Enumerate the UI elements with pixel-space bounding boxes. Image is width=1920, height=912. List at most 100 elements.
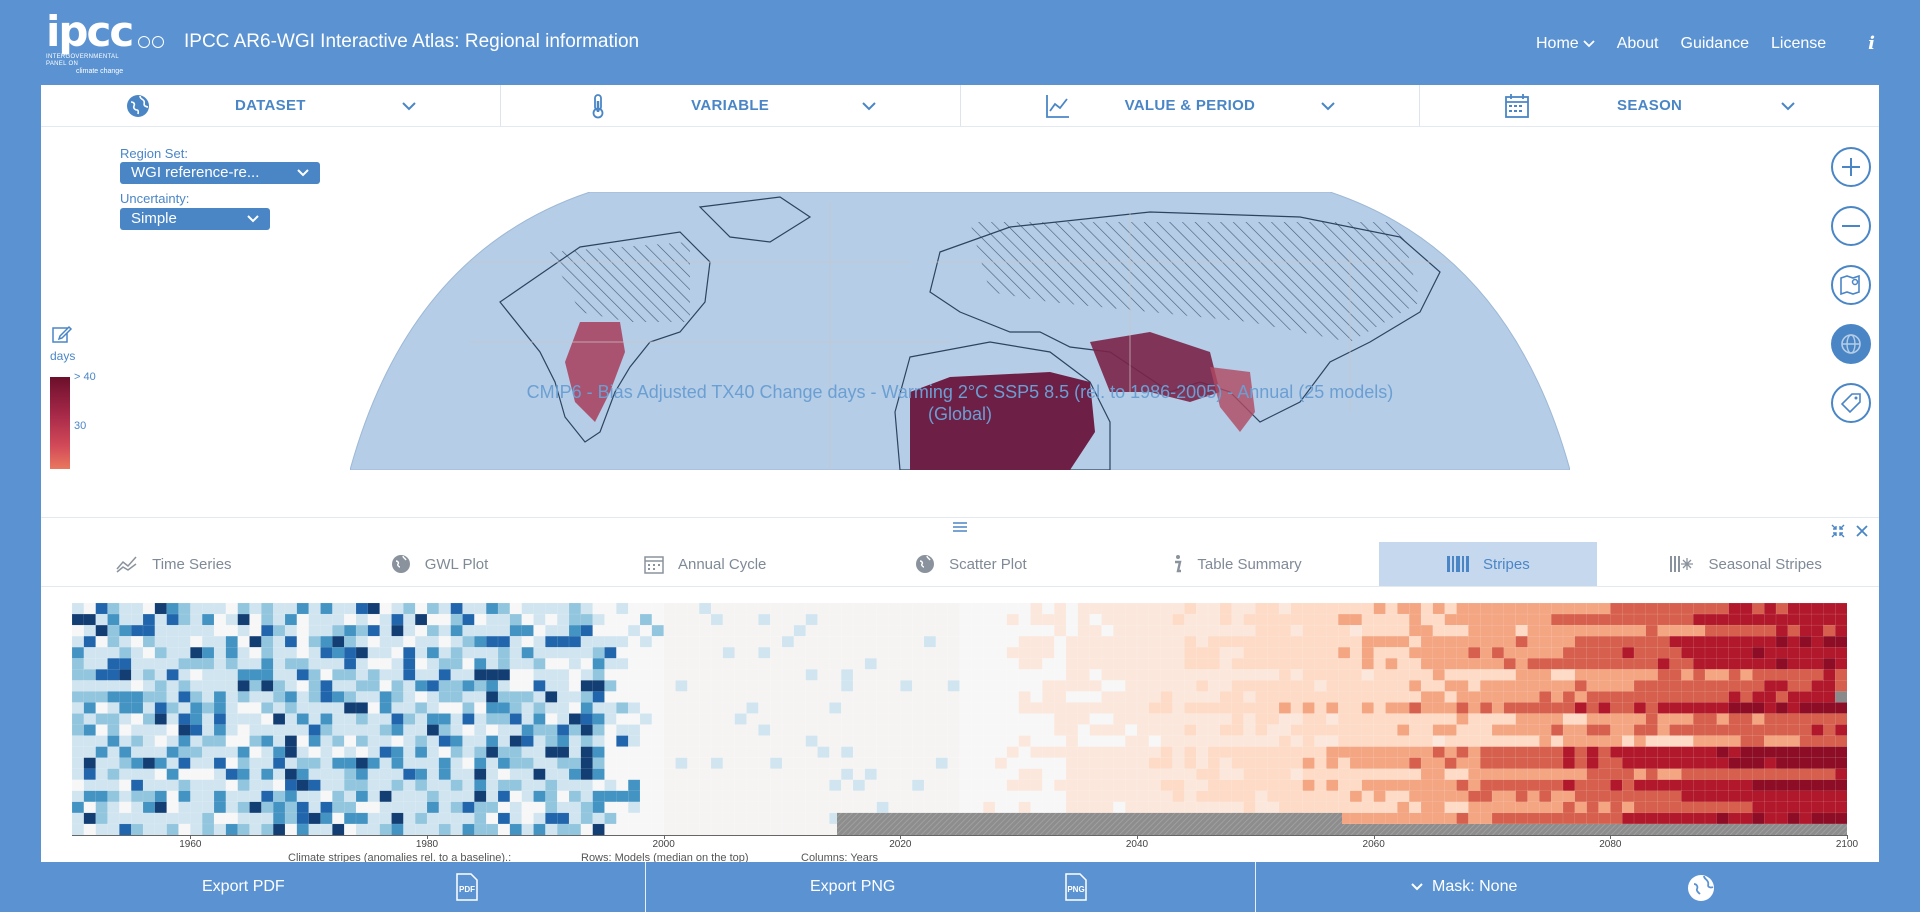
stripe-cell — [379, 624, 392, 637]
stripe-cell — [142, 790, 156, 803]
stripe-cell — [663, 647, 676, 659]
info-icon[interactable]: i — [1868, 33, 1875, 54]
stripe-cell — [1468, 779, 1481, 792]
stripe-cell — [1125, 691, 1138, 703]
stripe-cell — [1231, 779, 1244, 792]
png-file-icon[interactable]: PNG — [1064, 873, 1088, 901]
stripe-cell — [663, 779, 676, 792]
stripe-cell — [1598, 647, 1611, 659]
nav-guidance[interactable]: Guidance — [1681, 35, 1750, 53]
tab-gwl-plot[interactable]: GWL Plot — [307, 542, 573, 586]
stripe-cell — [817, 624, 830, 637]
stripe-cell — [1835, 746, 1847, 759]
collapse-icon[interactable] — [1831, 524, 1845, 538]
stripe-cell — [107, 768, 120, 781]
stripe-cell — [1681, 735, 1694, 748]
stripe-cell — [509, 658, 523, 670]
drag-handle-icon[interactable] — [953, 521, 967, 533]
tab-annual-cycle[interactable]: Annual Cycle — [572, 542, 838, 586]
ipcc-logo[interactable]: ipcc INTERGOVERNMENTAL PANEL ON climate … — [46, 10, 138, 76]
stripe-cell — [1503, 768, 1517, 781]
tab-stripes[interactable]: Stripes — [1379, 542, 1598, 586]
stripe-cell — [1622, 757, 1635, 770]
stripe-cell — [1006, 702, 1020, 714]
mask-dropdown[interactable]: Mask: None — [1410, 862, 1517, 912]
stripe-cell — [1148, 779, 1162, 792]
stripe-cell — [509, 647, 523, 659]
zoom-in-button[interactable] — [1831, 147, 1871, 187]
close-icon[interactable] — [1855, 524, 1869, 538]
stripe-cell — [1491, 624, 1505, 637]
tab-scatter-plot[interactable]: Scatter Plot — [838, 542, 1104, 586]
stripe-cell — [296, 624, 310, 637]
projection-button[interactable] — [1831, 324, 1871, 364]
pdf-file-icon[interactable]: PDF — [455, 873, 479, 901]
variable-selector[interactable]: VARIABLE — [501, 85, 961, 126]
stripe-cell — [308, 757, 321, 770]
region-set-dropdown[interactable]: WGI reference-re... — [120, 162, 320, 184]
globe-icon[interactable] — [1687, 874, 1715, 902]
stripe-cell — [663, 746, 676, 759]
stripe-cell — [1823, 635, 1836, 648]
nav-license[interactable]: License — [1771, 35, 1826, 53]
uncertainty-dropdown[interactable]: Simple — [120, 208, 270, 230]
stripe-cell — [1160, 647, 1173, 659]
stripe-cell — [1207, 680, 1221, 692]
stripe-cell — [462, 691, 475, 703]
tab-seasonal-stripes[interactable]: Seasonal Stripes — [1613, 542, 1879, 586]
stripe-cell — [1042, 757, 1055, 770]
stripe-cell — [545, 768, 558, 781]
stripe-cell — [1622, 812, 1635, 825]
world-map[interactable] — [350, 192, 1570, 470]
stripe-cell — [438, 735, 452, 748]
stripe-cell — [663, 702, 676, 714]
stripe-cell — [805, 635, 818, 648]
stripe-cell — [1089, 735, 1102, 748]
stripe-cell — [1219, 647, 1233, 659]
export-png-button[interactable]: Export PNG — [810, 862, 895, 912]
stripe-cell — [817, 746, 830, 759]
stripe-cell — [1823, 691, 1836, 703]
climate-stripes-heatmap[interactable] — [72, 603, 1847, 835]
stripe-cell — [1326, 624, 1339, 637]
map-layers-button[interactable] — [1831, 265, 1871, 305]
stripe-cell — [83, 790, 97, 803]
nav-home[interactable]: Home — [1536, 35, 1595, 53]
stripe-cell — [1539, 812, 1552, 825]
stripe-cell — [261, 702, 274, 714]
stripe-cell — [355, 658, 369, 670]
stripe-cell — [320, 691, 333, 703]
stripe-cell — [225, 812, 239, 825]
region-labels-button[interactable] — [1831, 383, 1871, 423]
stripe-cell — [1775, 702, 1789, 714]
export-pdf-button[interactable]: Export PDF — [202, 862, 285, 912]
stripe-cell — [213, 801, 227, 814]
nav-about[interactable]: About — [1617, 35, 1659, 53]
value-period-selector[interactable]: VALUE & PERIOD — [961, 85, 1421, 126]
legend-unit: days — [50, 349, 76, 363]
stripe-cell — [1704, 691, 1718, 703]
stripe-cell — [817, 801, 830, 814]
stripe-cell — [1136, 603, 1150, 615]
stripe-cell — [1787, 635, 1801, 648]
stripe-cell — [568, 635, 582, 648]
stripe-cell — [1338, 635, 1351, 648]
stripe-cell — [166, 680, 179, 692]
tab-table-summary[interactable]: Table Summary — [1104, 542, 1370, 586]
stripe-cell — [1278, 647, 1292, 659]
zoom-out-button[interactable] — [1831, 206, 1871, 246]
stripe-cell — [497, 635, 511, 648]
stripe-cell — [852, 735, 866, 748]
stripe-cell — [320, 812, 333, 825]
stripe-cell — [841, 647, 854, 659]
season-selector[interactable]: SEASON — [1420, 85, 1879, 126]
tab-time-series[interactable]: Time Series — [41, 542, 307, 586]
dataset-selector[interactable]: DATASET — [41, 85, 501, 126]
x-tick-label: 2100 — [1835, 839, 1859, 850]
stripe-cell — [1468, 635, 1481, 648]
stripe-cell — [1077, 624, 1091, 637]
stripe-cell — [1030, 724, 1043, 737]
stripe-cell — [474, 669, 487, 681]
stripe-cell — [1172, 768, 1185, 781]
edit-legend-icon[interactable] — [51, 323, 73, 345]
